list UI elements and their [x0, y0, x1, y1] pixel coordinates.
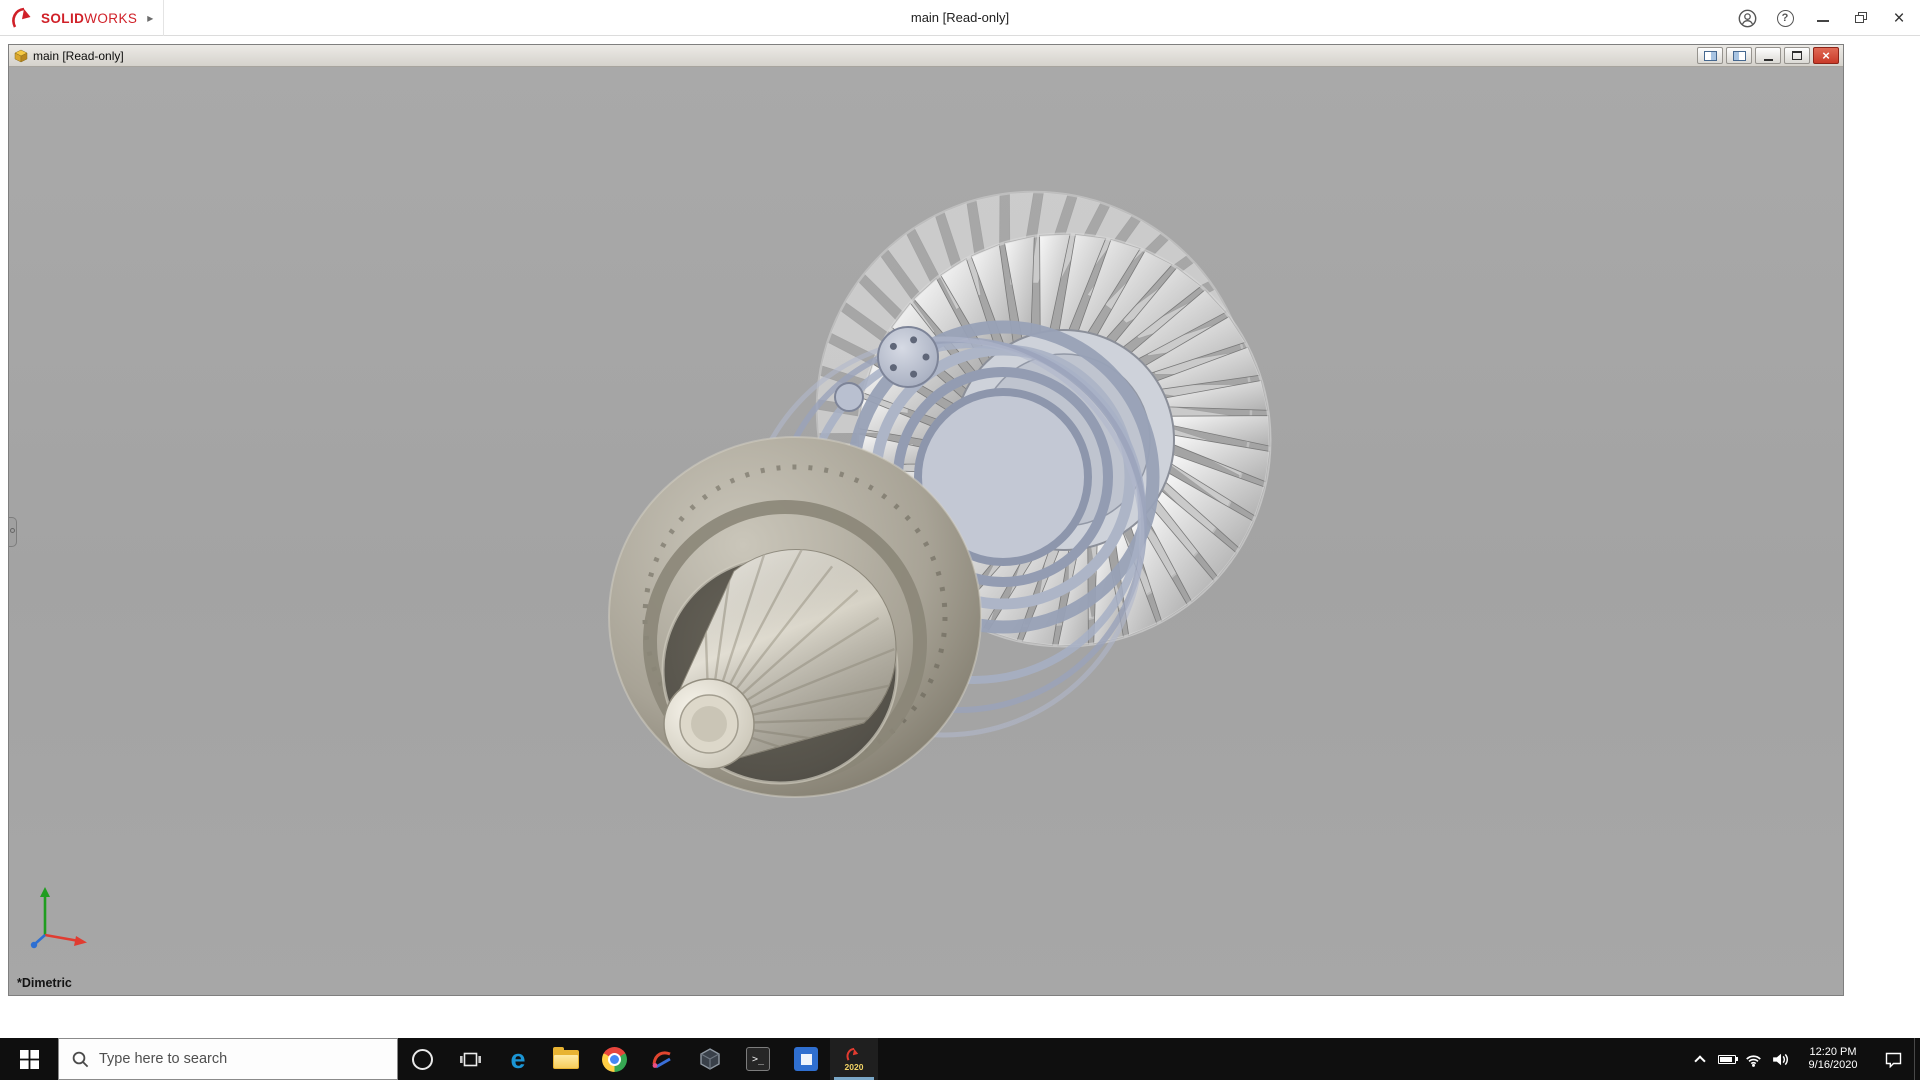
wifi-icon [1746, 1054, 1761, 1067]
task-view-icon [459, 1052, 481, 1066]
volume-icon [1773, 1053, 1788, 1065]
account-icon[interactable] [1736, 7, 1758, 29]
z-axis-arrow [30, 941, 38, 949]
file-explorer-icon [553, 1046, 579, 1069]
windows-taskbar: e >_ [0, 1038, 1920, 1080]
chrome-icon [601, 1046, 627, 1072]
clock-time: 12:20 PM [1809, 1045, 1857, 1058]
document-title: main [Read-only] [33, 48, 124, 63]
windows-logo-icon [19, 1049, 39, 1069]
command-prompt-icon: >_ [746, 1047, 770, 1071]
start-button[interactable] [0, 1038, 58, 1080]
tray-expand-button[interactable] [1686, 1038, 1713, 1080]
pane-button-left[interactable] [1697, 47, 1723, 64]
photos-icon [794, 1047, 818, 1071]
view-orientation-label: *Dimetric [17, 976, 72, 990]
system-tray: 12:20 PM 9/16/2020 [1672, 1038, 1920, 1080]
pane-button-right[interactable] [1726, 47, 1752, 64]
photos-button[interactable] [782, 1038, 830, 1080]
battery-button[interactable] [1713, 1038, 1740, 1080]
3d-viewer-cube-icon [700, 1048, 720, 1070]
solidworks-brand: SOLIDWORKS ▸ [10, 0, 165, 36]
taskbar-app-icons: e >_ 2020 [398, 1038, 878, 1080]
paint3d-icon [652, 1051, 671, 1069]
cortana-icon [411, 1048, 433, 1070]
brand-wordmark-bold: SOLID [41, 10, 85, 26]
app-window-controls: ? × [1736, 0, 1910, 36]
document-titlebar: main [Read-only] × [9, 45, 1843, 67]
taskbar-search[interactable] [58, 1038, 398, 1080]
document-window: main [Read-only] × *Dimetric [8, 44, 1844, 996]
solidworks-2020-button[interactable]: 2020 [830, 1038, 878, 1080]
brand-divider [163, 0, 165, 36]
show-desktop-button[interactable] [1914, 1038, 1920, 1080]
document-window-controls: × [1697, 47, 1839, 64]
solidworks-2020-icon: 2020 [845, 1047, 863, 1072]
chevron-up-icon [1693, 1055, 1706, 1067]
client-area: main [Read-only] × *Dimetric [0, 37, 1920, 1038]
featuremanager-collapsed-handle[interactable] [9, 517, 17, 547]
solidworks-logo-icon [12, 7, 31, 28]
task-view-button[interactable] [446, 1038, 494, 1080]
document-maximize-button[interactable] [1784, 47, 1810, 64]
action-center-icon [1885, 1052, 1901, 1068]
brand-wordmark: SOLIDWORKS [41, 11, 137, 26]
close-button[interactable]: × [1888, 7, 1910, 29]
jet-engine-model[interactable] [9, 67, 1843, 995]
file-explorer-button[interactable] [542, 1038, 590, 1080]
assembly-cube-icon [14, 49, 28, 62]
document-close-button[interactable]: × [1813, 47, 1839, 64]
minimize-button[interactable] [1812, 7, 1834, 29]
brand-wordmark-light: WORKS [84, 10, 138, 26]
edge-icon: e [510, 1043, 526, 1074]
screen: SOLIDWORKS ▸ main [Read-only] ? × main [… [0, 0, 1920, 1080]
edge-button[interactable]: e [494, 1038, 542, 1080]
network-button[interactable] [1740, 1038, 1767, 1080]
action-center-button[interactable] [1872, 1038, 1914, 1080]
search-icon [72, 1051, 89, 1067]
app-titlebar: SOLIDWORKS ▸ main [Read-only] ? × [0, 0, 1920, 36]
3d-viewer-button[interactable] [686, 1038, 734, 1080]
graphics-viewport[interactable]: *Dimetric [9, 67, 1843, 995]
search-input[interactable] [99, 1051, 359, 1067]
cortana-button[interactable] [398, 1038, 446, 1080]
y-axis-arrow [40, 887, 50, 897]
restore-button[interactable] [1850, 7, 1872, 29]
battery-icon [1717, 1054, 1738, 1064]
help-icon[interactable]: ? [1774, 7, 1796, 29]
chrome-button[interactable] [590, 1038, 638, 1080]
paint3d-button[interactable] [638, 1038, 686, 1080]
clock-date: 9/16/2020 [1808, 1059, 1858, 1071]
document-minimize-button[interactable] [1755, 47, 1781, 64]
x-axis-arrow [74, 936, 87, 946]
menu-expand-arrow[interactable]: ▸ [147, 11, 153, 25]
taskbar-clock[interactable]: 12:20 PM 9/16/2020 [1794, 1038, 1872, 1080]
command-prompt-button[interactable]: >_ [734, 1038, 782, 1080]
volume-button[interactable] [1767, 1038, 1794, 1080]
app-title: main [Read-only] [910, 10, 1010, 25]
orientation-triad [27, 877, 101, 951]
